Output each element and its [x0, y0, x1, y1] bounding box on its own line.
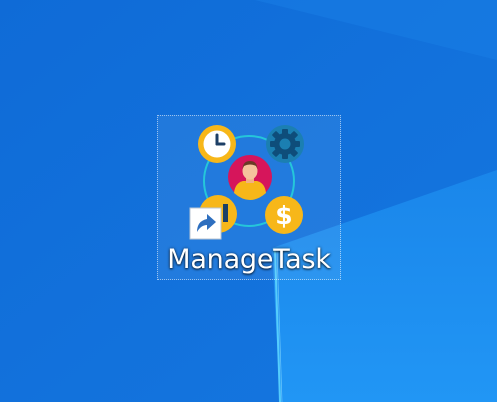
- dollar-icon: $: [265, 196, 303, 234]
- desktop-icon-managetask[interactable]: $ ManageTask: [157, 115, 341, 280]
- desktop-icon-label: ManageTask: [167, 244, 331, 275]
- person-icon: [228, 155, 272, 200]
- shortcut-arrow-icon: [189, 207, 222, 240]
- svg-text:$: $: [275, 201, 292, 230]
- gear-icon: [266, 125, 304, 163]
- clock-icon: [198, 125, 236, 163]
- manage-task-app-icon: $: [188, 120, 310, 242]
